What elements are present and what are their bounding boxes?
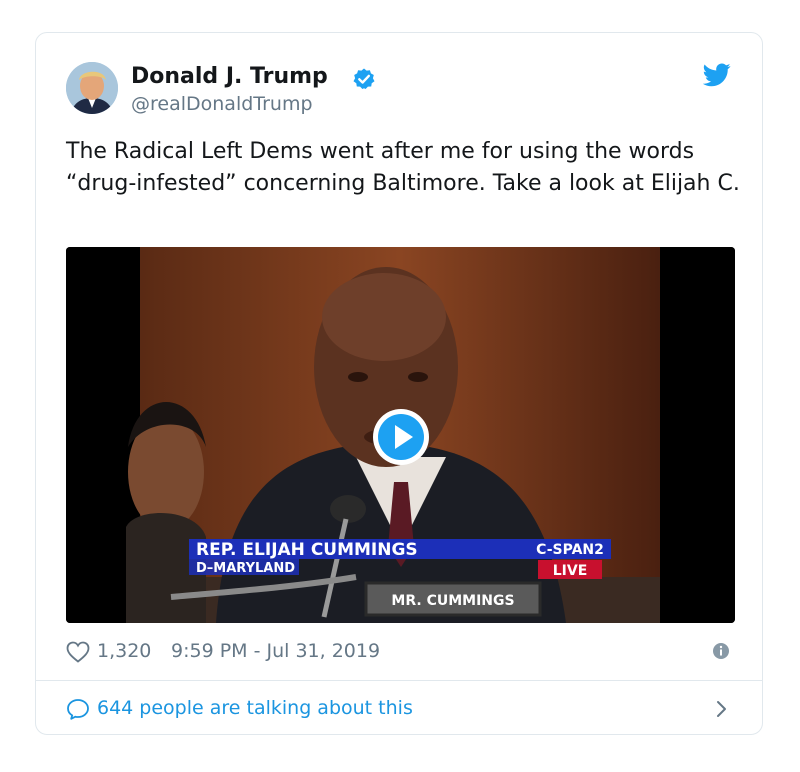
info-icon[interactable] bbox=[712, 642, 730, 660]
chyron-subtitle: D–MARYLAND bbox=[196, 561, 295, 576]
talking-about-link[interactable]: 644 people are talking about this bbox=[66, 692, 734, 724]
play-icon[interactable] bbox=[371, 407, 431, 467]
speech-bubble-icon bbox=[67, 699, 89, 720]
nameplate: MR. CUMMINGS bbox=[391, 593, 514, 609]
timestamp[interactable]: 9:59 PM - Jul 31, 2019 bbox=[171, 637, 380, 665]
username-handle[interactable]: @realDonaldTrump bbox=[131, 92, 313, 116]
heart-outline-icon[interactable] bbox=[66, 641, 90, 663]
chyron-name: REP. ELIJAH CUMMINGS bbox=[196, 540, 418, 560]
tweet-meta: 1,320 9:59 PM - Jul 31, 2019 bbox=[66, 637, 734, 665]
avatar[interactable] bbox=[66, 62, 118, 114]
tweet-card[interactable]: Donald J. Trump @realDonaldTrump The Rad… bbox=[35, 32, 763, 735]
like-count[interactable]: 1,320 bbox=[97, 637, 151, 665]
avatar-image bbox=[66, 62, 118, 114]
chevron-right-icon[interactable] bbox=[714, 700, 728, 718]
tweet-text: The Radical Left Dems went after me for … bbox=[66, 139, 740, 196]
twitter-bird-icon[interactable] bbox=[703, 63, 731, 87]
talking-text[interactable]: 644 people are talking about this bbox=[97, 692, 413, 724]
display-name[interactable]: Donald J. Trump bbox=[131, 63, 328, 91]
network-logo: C-SPAN2 bbox=[536, 542, 604, 558]
live-badge: LIVE bbox=[553, 563, 588, 579]
divider bbox=[36, 680, 762, 681]
verified-badge-icon bbox=[353, 68, 375, 89]
